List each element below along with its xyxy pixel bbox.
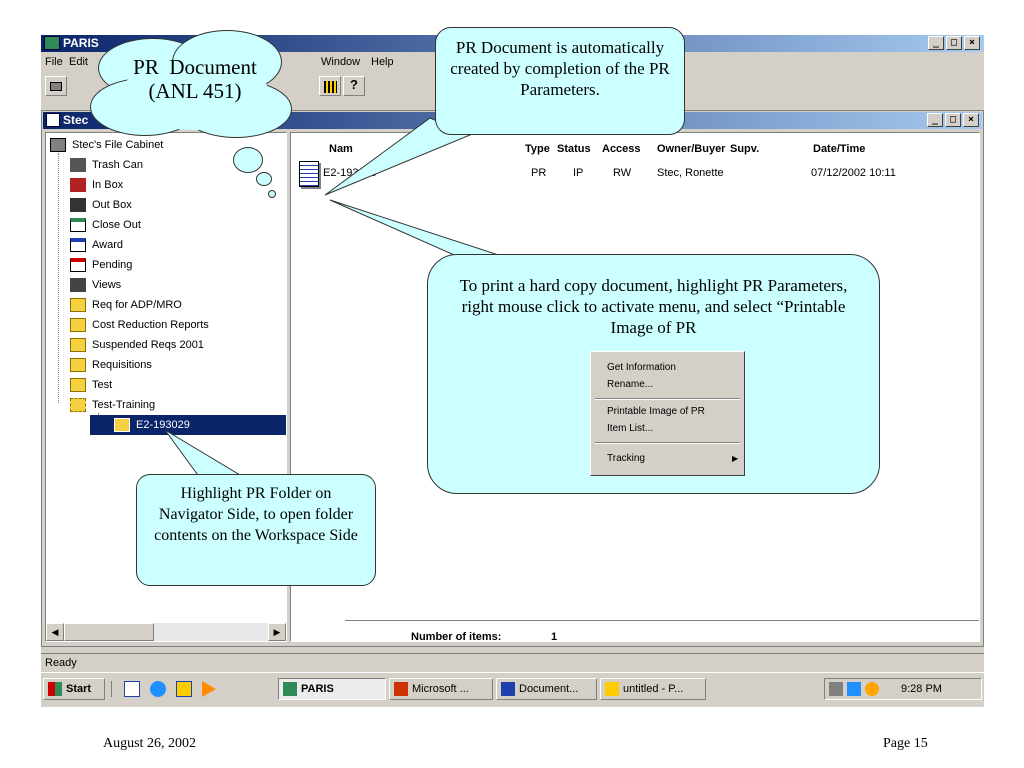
highlight-callout-text: Highlight PR Folder on Navigator Side, t…	[154, 485, 358, 544]
print-callout-text: To print a hard copy document, highlight…	[459, 276, 848, 337]
top-callout-text: PR Document is automatically created by …	[450, 38, 670, 99]
print-callout-pointer	[329, 199, 521, 263]
top-callout: PR Document is automatically created by …	[435, 27, 685, 135]
footer-page-number: Page 15	[883, 736, 928, 751]
context-menu: Get Information Rename... Printable Imag…	[590, 351, 745, 476]
menu-separator	[595, 442, 740, 444]
menu-item-printable-image[interactable]: Printable Image of PR	[607, 406, 705, 417]
menu-item-rename[interactable]: Rename...	[607, 379, 653, 390]
highlight-callout-pointer	[164, 429, 247, 479]
menu-item-tracking[interactable]: Tracking	[607, 453, 645, 464]
highlight-callout: Highlight PR Folder on Navigator Side, t…	[136, 474, 376, 586]
footer-date: August 26, 2002	[103, 736, 196, 751]
submenu-arrow-icon: ▶	[732, 454, 739, 463]
menu-separator	[595, 398, 740, 400]
menu-item-item-list[interactable]: Item List...	[607, 423, 653, 434]
menu-item-get-information[interactable]: Get Information	[607, 362, 676, 373]
